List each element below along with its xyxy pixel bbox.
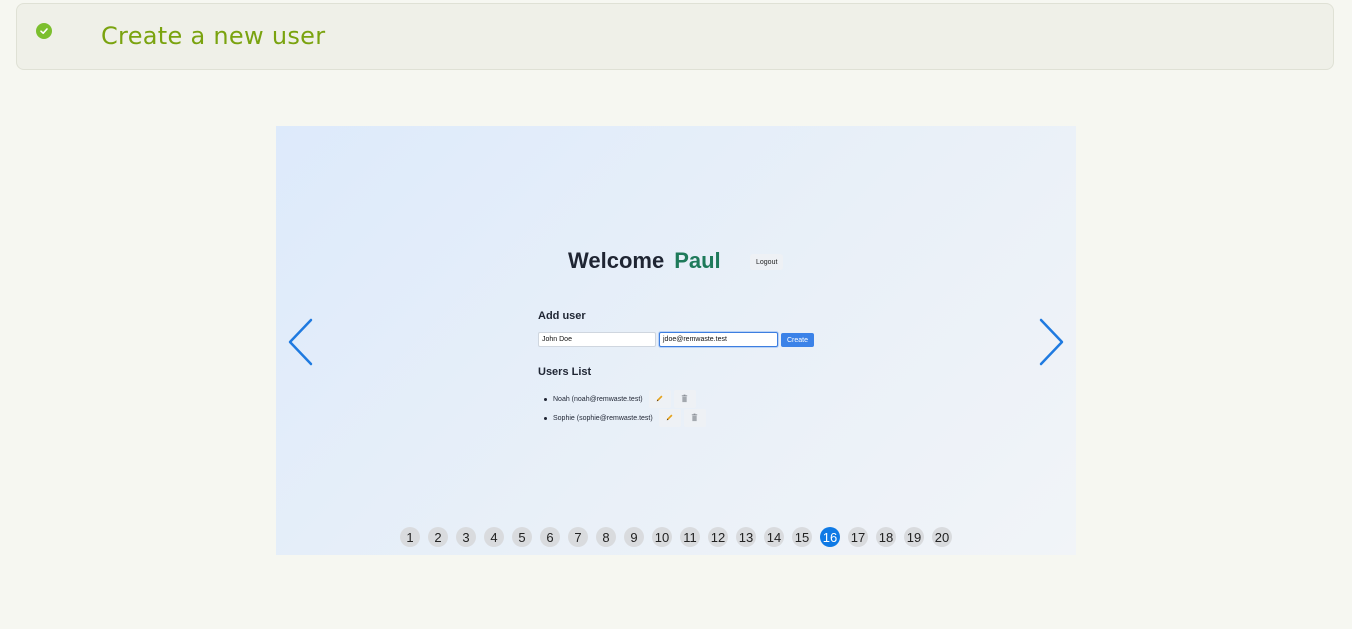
- edit-button[interactable]: [648, 390, 671, 408]
- welcome-label: Welcome: [568, 248, 665, 273]
- screenshot-viewer: Welcome Paul Logout Add user John Doe jdo…: [276, 126, 1076, 555]
- page-button-1[interactable]: 1: [400, 527, 420, 547]
- page-button-13[interactable]: 13: [736, 527, 756, 547]
- delete-button[interactable]: [683, 409, 706, 427]
- list-item: Sophie (sophie@remwaste.test): [544, 409, 706, 427]
- page-button-18[interactable]: 18: [876, 527, 896, 547]
- welcome-heading: Welcome Paul: [568, 248, 721, 274]
- check-circle-icon: [36, 23, 52, 39]
- next-button[interactable]: [1036, 317, 1066, 367]
- logout-button[interactable]: Logout: [750, 254, 784, 270]
- trash-icon: [680, 394, 689, 405]
- bullet: [544, 416, 547, 420]
- pencil-icon: [665, 413, 674, 424]
- test-step-header[interactable]: Create a new user: [16, 3, 1334, 70]
- page-button-9[interactable]: 9: [624, 527, 644, 547]
- bullet: [544, 397, 547, 401]
- page-button-15[interactable]: 15: [792, 527, 812, 547]
- page-button-14[interactable]: 14: [764, 527, 784, 547]
- pencil-icon: [655, 394, 664, 405]
- list-item: Noah (noah@remwaste.test): [544, 390, 696, 408]
- page-button-2[interactable]: 2: [428, 527, 448, 547]
- pagination: 1 2 3 4 5 6 7 8 9 10 11 12 13 14 15 16 17 18 19 20: [400, 527, 952, 547]
- user-entry-text: Noah (noah@remwaste.test): [553, 395, 643, 403]
- user-entry-text: Sophie (sophie@remwaste.test): [553, 414, 653, 422]
- edit-button[interactable]: [658, 409, 681, 427]
- page-button-7[interactable]: 7: [568, 527, 588, 547]
- name-input[interactable]: John Doe: [538, 332, 656, 347]
- page-button-17[interactable]: 17: [848, 527, 868, 547]
- delete-button[interactable]: [673, 390, 696, 408]
- page-button-10[interactable]: 10: [652, 527, 672, 547]
- page-button-19[interactable]: 19: [904, 527, 924, 547]
- page-button-5[interactable]: 5: [512, 527, 532, 547]
- username: Paul: [674, 248, 721, 273]
- test-step-title: Create a new user: [101, 22, 326, 50]
- page-button-8[interactable]: 8: [596, 527, 616, 547]
- trash-icon: [690, 413, 699, 424]
- previous-button[interactable]: [286, 317, 316, 367]
- email-input[interactable]: jdoe@remwaste.test: [659, 332, 778, 347]
- users-list-heading: Users List: [538, 366, 592, 378]
- page-button-20[interactable]: 20: [932, 527, 952, 547]
- page-button-11[interactable]: 11: [680, 527, 700, 547]
- create-button[interactable]: Create: [781, 333, 814, 347]
- page-button-6[interactable]: 6: [540, 527, 560, 547]
- chevron-left-icon: [286, 318, 316, 371]
- chevron-right-icon: [1036, 318, 1066, 371]
- page-button-12[interactable]: 12: [708, 527, 728, 547]
- page-button-16[interactable]: 16: [820, 527, 840, 547]
- add-user-heading: Add user: [538, 310, 586, 322]
- page-button-4[interactable]: 4: [484, 527, 504, 547]
- page-button-3[interactable]: 3: [456, 527, 476, 547]
